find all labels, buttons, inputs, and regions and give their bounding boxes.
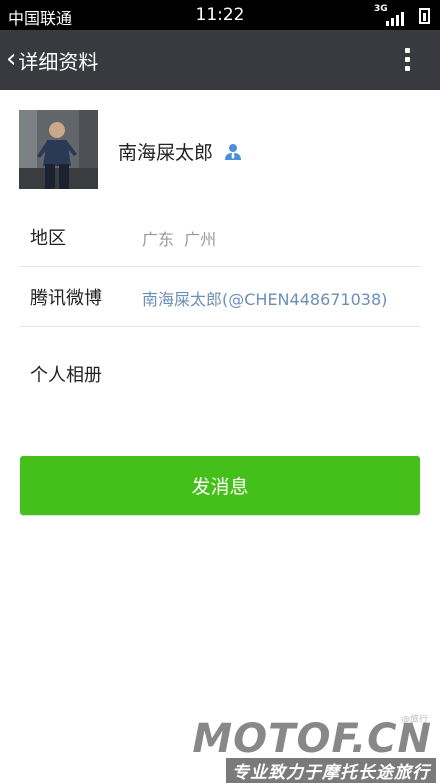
contact-person-icon	[225, 143, 242, 160]
watermark-logo: MOTOF.CN	[192, 716, 432, 762]
avatar-image	[19, 110, 98, 189]
send-message-button[interactable]: 发消息	[20, 456, 420, 515]
watermark: @旅行 MOTOF.CN 专业致力于摩托长途旅行	[188, 708, 438, 783]
chevron-left-icon: ‹	[6, 43, 17, 74]
personal-album-row[interactable]: 个人相册	[20, 326, 420, 426]
region-label: 地区	[30, 228, 66, 249]
avatar[interactable]	[19, 110, 98, 189]
nickname-row: 南海屎太郎	[118, 138, 243, 165]
battery-icon	[419, 8, 430, 24]
weibo-label: 腾讯微博	[30, 288, 102, 309]
region-row: 地区 广东 广州	[20, 208, 420, 267]
back-button[interactable]: ‹ 详细资料	[6, 30, 98, 90]
nickname: 南海屎太郎	[118, 142, 214, 164]
app-bar: ‹ 详细资料	[0, 30, 440, 90]
album-label: 个人相册	[30, 365, 102, 386]
weibo-value[interactable]: 南海屎太郎(@CHEN448671038)	[142, 286, 387, 310]
page-title: 详细资料	[18, 49, 99, 74]
region-value: 广东 广州	[142, 230, 217, 249]
more-options-button[interactable]	[392, 45, 422, 75]
tencent-weibo-row[interactable]: 腾讯微博 南海屎太郎(@CHEN448671038)	[20, 268, 420, 327]
watermark-slogan: 专业致力于摩托长途旅行	[226, 758, 436, 783]
profile-header: 南海屎太郎	[0, 90, 440, 208]
signal-icon	[386, 12, 404, 26]
status-bar: 中国联通 11:22 3G	[0, 0, 440, 30]
signal-indicator: 3G	[374, 4, 430, 26]
